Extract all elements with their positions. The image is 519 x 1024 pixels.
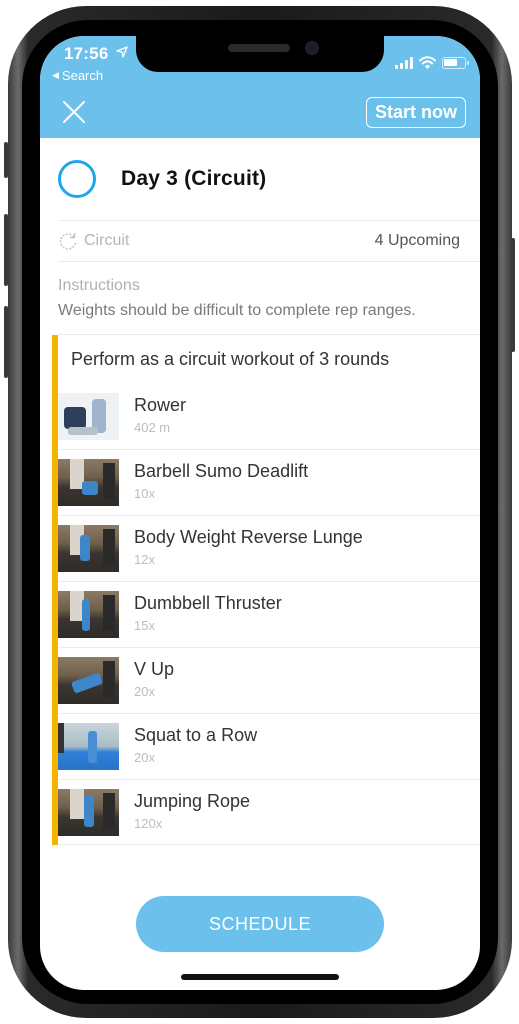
status-icons	[395, 56, 469, 69]
exercise-thumbnail	[58, 524, 119, 572]
exercise-reps: 10x	[134, 486, 155, 501]
workout-meta-row: Circuit 4 Upcoming	[40, 221, 480, 261]
home-indicator[interactable]	[181, 974, 339, 980]
exercise-reps: 402 m	[134, 420, 171, 435]
exercise-reps: 120x	[134, 816, 163, 831]
circuit-title: Perform as a circuit workout of 3 rounds	[71, 348, 390, 369]
silent-switch	[4, 142, 8, 178]
exercise-name: Dumbbell Thruster	[134, 593, 282, 613]
exercise-thumbnail	[58, 656, 119, 704]
exercise-reps: 20x	[134, 750, 155, 765]
back-triangle-icon: ◀	[52, 70, 59, 80]
schedule-button[interactable]: SCHEDULE	[136, 896, 384, 952]
circuit-refresh-icon	[59, 233, 77, 250]
exercise-row-body-weight-reverse-lunge[interactable]: Body Weight Reverse Lunge 12x	[58, 515, 480, 581]
location-arrow-icon	[116, 46, 128, 58]
exercise-row-rower[interactable]: Rower 402 m	[58, 383, 480, 449]
close-icon[interactable]	[62, 100, 86, 124]
volume-down-button	[4, 306, 8, 378]
exercise-name: Squat to a Row	[134, 725, 258, 745]
app-screen: 17:56 ◀ Search Start now Day 3 (Circuit)…	[40, 36, 480, 990]
exercise-thumbnail	[58, 590, 119, 638]
workout-title: Day 3 (Circuit)	[121, 167, 267, 190]
instructions-text: Weights should be difficult to complete …	[58, 302, 416, 319]
back-search-label: Search	[61, 68, 104, 83]
exercise-row-barbell-sumo-deadlift[interactable]: Barbell Sumo Deadlift 10x	[58, 449, 480, 515]
front-camera	[305, 41, 319, 55]
exercise-reps: 12x	[134, 552, 155, 567]
exercise-row-jumping-rope[interactable]: Jumping Rope 120x	[58, 779, 480, 845]
cellular-signal-icon	[395, 56, 413, 69]
circuit-block: Perform as a circuit workout of 3 rounds…	[52, 335, 480, 845]
exercise-name: Jumping Rope	[134, 791, 251, 811]
exercise-thumbnail	[58, 458, 119, 506]
battery-icon	[442, 56, 469, 69]
exercise-name: Rower	[134, 395, 187, 415]
instructions-section: Instructions Weights should be difficult…	[40, 262, 480, 334]
exercise-thumbnail	[58, 722, 119, 770]
workout-title-row: Day 3 (Circuit)	[40, 138, 480, 220]
workout-type-label: Circuit	[84, 232, 130, 249]
power-button	[511, 238, 515, 352]
header-bar: 17:56 ◀ Search Start now	[40, 36, 480, 138]
start-now-button[interactable]: Start now	[365, 97, 466, 128]
completion-circle-icon[interactable]	[58, 160, 96, 198]
exercise-reps: 15x	[134, 618, 155, 633]
exercise-name: Body Weight Reverse Lunge	[134, 527, 363, 547]
notch	[136, 36, 384, 72]
exercise-reps: 20x	[134, 684, 155, 699]
exercise-thumbnail	[58, 392, 119, 440]
exercise-row-squat-to-a-row[interactable]: Squat to a Row 20x	[58, 713, 480, 779]
exercise-name: Barbell Sumo Deadlift	[134, 461, 309, 481]
wifi-icon	[419, 56, 436, 69]
volume-up-button	[4, 214, 8, 286]
instructions-label: Instructions	[58, 277, 140, 294]
exercise-thumbnail	[58, 788, 119, 836]
upcoming-count: 4 Upcoming	[374, 232, 460, 249]
workout-content: Day 3 (Circuit) Circuit 4 Upcoming Instr…	[40, 138, 480, 845]
back-to-search-link[interactable]: ◀ Search	[52, 68, 103, 83]
status-time: 17:56	[64, 44, 109, 63]
exercise-name: V Up	[134, 659, 175, 679]
exercise-row-dumbbell-thruster[interactable]: Dumbbell Thruster 15x	[58, 581, 480, 647]
exercise-row-v-up[interactable]: V Up 20x	[58, 647, 480, 713]
speaker	[228, 44, 290, 52]
